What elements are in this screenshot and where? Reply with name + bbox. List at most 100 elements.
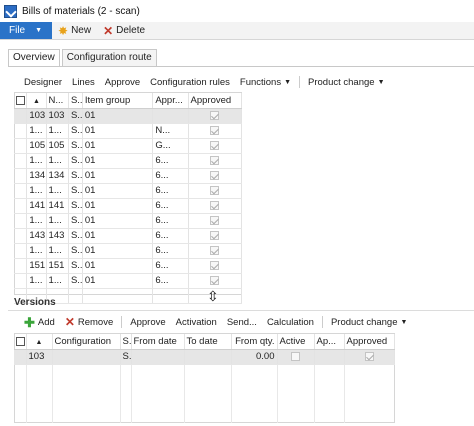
- lines-button[interactable]: Lines: [67, 77, 100, 88]
- column-header-approver[interactable]: Ap...: [314, 334, 345, 350]
- tab-configuration-route[interactable]: Configuration route: [61, 49, 157, 66]
- approved-checkbox[interactable]: [210, 185, 220, 195]
- cell-site: S...: [68, 258, 83, 274]
- new-button[interactable]: ✸ New: [52, 22, 97, 39]
- active-checkbox[interactable]: [291, 351, 300, 361]
- approved-checkbox[interactable]: [210, 170, 220, 180]
- activation-label: Activation: [175, 316, 217, 328]
- column-header-site[interactable]: S...: [68, 93, 83, 109]
- functions-label: Functions: [239, 76, 282, 88]
- version-product-change-menu[interactable]: Product change ▼: [326, 317, 412, 328]
- row-selector[interactable]: [14, 213, 28, 229]
- versions-section-label: Versions: [14, 297, 56, 308]
- column-header-number[interactable]: N...: [46, 93, 69, 109]
- table-row[interactable]: 103 S... 0.00: [14, 349, 395, 365]
- cell-approver: 6...: [152, 168, 189, 184]
- table-row[interactable]: 151151S...016...: [14, 258, 243, 274]
- approved-checkbox[interactable]: [210, 110, 220, 120]
- row-selector[interactable]: [14, 243, 28, 259]
- table-row[interactable]: 1...1...S...016...: [14, 273, 243, 289]
- table-row[interactable]: 1...1...S...016...: [14, 153, 243, 169]
- approve-version-button[interactable]: Approve: [125, 317, 170, 328]
- column-header-approver[interactable]: Appr...: [152, 93, 189, 109]
- column-header-approved[interactable]: Approved: [344, 334, 395, 350]
- row-selector[interactable]: [14, 138, 28, 154]
- column-header-site[interactable]: S...: [120, 334, 132, 350]
- tab-overview[interactable]: Overview: [8, 49, 60, 66]
- approved-checkbox[interactable]: [210, 125, 220, 135]
- table-row[interactable]: 141141S...016...: [14, 198, 243, 214]
- activation-button[interactable]: Activation: [171, 317, 222, 328]
- table-row[interactable]: 103103S...01: [14, 108, 243, 124]
- delete-button[interactable]: ✕ Delete: [97, 22, 151, 39]
- grid-header-row: ▲ N... S... Item group Appr... Approved: [14, 93, 243, 109]
- cell-approver: 6...: [152, 243, 189, 259]
- column-header-configuration[interactable]: Configuration: [52, 334, 121, 350]
- cell-approved: [188, 273, 243, 289]
- approved-checkbox[interactable]: [210, 260, 220, 270]
- table-row[interactable]: 1...1...S...016...: [14, 243, 243, 259]
- approved-checkbox[interactable]: [364, 351, 374, 361]
- versions-sort-column-header[interactable]: ▲: [26, 334, 53, 350]
- row-selector[interactable]: [14, 153, 28, 169]
- calculation-button[interactable]: Calculation: [262, 317, 319, 328]
- row-selector[interactable]: [14, 183, 28, 199]
- cell-id: 143: [26, 228, 47, 244]
- approve-label: Approve: [104, 76, 141, 88]
- row-selector[interactable]: [14, 198, 28, 214]
- file-menu-button[interactable]: File ▼: [0, 22, 52, 39]
- row-selector[interactable]: [14, 349, 27, 365]
- configuration-rules-button[interactable]: Configuration rules: [145, 77, 235, 88]
- column-header-item-group[interactable]: Item group: [82, 93, 154, 109]
- column-header-from-qty[interactable]: From qty.: [231, 334, 278, 350]
- table-row[interactable]: 1...1...S...016...: [14, 183, 243, 199]
- row-selector[interactable]: [14, 228, 28, 244]
- row-selector[interactable]: [14, 273, 28, 289]
- sort-column-header[interactable]: ▲: [26, 93, 47, 109]
- select-all-checkbox[interactable]: [14, 93, 28, 109]
- cell-id: 141: [26, 198, 47, 214]
- column-header-to-date[interactable]: To date: [184, 334, 232, 350]
- row-selector[interactable]: [14, 123, 28, 139]
- column-header-active[interactable]: Active: [277, 334, 315, 350]
- cell-approver: 6...: [152, 183, 189, 199]
- versions-header-row: ▲ Configuration S... From date To date F…: [14, 334, 395, 350]
- add-version-button[interactable]: ✚ Add: [19, 316, 60, 329]
- versions-select-all-checkbox[interactable]: [14, 334, 27, 350]
- row-selector[interactable]: [14, 258, 28, 274]
- tab-overview-label: Overview: [13, 52, 55, 63]
- table-row[interactable]: 1...1...S...016...: [14, 213, 243, 229]
- column-header-approved[interactable]: Approved: [188, 93, 243, 109]
- approved-checkbox[interactable]: [210, 200, 220, 210]
- send-button[interactable]: Send...: [222, 317, 262, 328]
- cell-item-group: 01: [82, 198, 154, 214]
- cell-number: 141: [46, 198, 69, 214]
- table-row[interactable]: 1...1...S...01N...: [14, 123, 243, 139]
- functions-menu[interactable]: Functions ▼: [235, 77, 296, 88]
- cell-approved: [188, 123, 243, 139]
- cell-site: S...: [68, 153, 83, 169]
- cell-id: 103: [26, 108, 47, 124]
- remove-label: Remove: [77, 316, 114, 328]
- designer-button[interactable]: Designer: [19, 77, 67, 88]
- table-row[interactable]: 105105S...01G...: [14, 138, 243, 154]
- table-row[interactable]: 134134S...016...: [14, 168, 243, 184]
- approved-checkbox[interactable]: [210, 140, 220, 150]
- row-selector[interactable]: [14, 108, 28, 124]
- row-selector[interactable]: [14, 168, 28, 184]
- configuration-rules-label: Configuration rules: [150, 76, 230, 88]
- cell-id: 1...: [26, 273, 47, 289]
- cell-site: S...: [68, 183, 83, 199]
- product-change-menu[interactable]: Product change ▼: [303, 77, 389, 88]
- remove-version-button[interactable]: ✕ Remove: [60, 316, 118, 328]
- approved-checkbox[interactable]: [210, 230, 220, 240]
- product-change-label: Product change: [308, 76, 375, 88]
- approved-checkbox[interactable]: [210, 215, 220, 225]
- approved-checkbox[interactable]: [210, 155, 220, 165]
- bom-grid: ▲ N... S... Item group Appr... Approved …: [14, 93, 243, 304]
- table-row[interactable]: 143143S...016...: [14, 228, 243, 244]
- approved-checkbox[interactable]: [210, 245, 220, 255]
- approve-button[interactable]: Approve: [100, 77, 145, 88]
- column-header-from-date[interactable]: From date: [131, 334, 185, 350]
- approved-checkbox[interactable]: [210, 275, 220, 285]
